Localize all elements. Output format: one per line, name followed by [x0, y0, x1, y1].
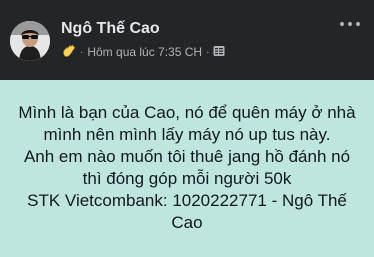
- meta-separator: ·: [206, 46, 210, 58]
- post-timestamp[interactable]: Hôm qua lúc 7:35 CH: [87, 45, 202, 59]
- post-body: Mình là bạn của Cao, nó để quên máy ở nh…: [0, 80, 374, 257]
- facebook-post: Ngô Thế Cao · Hôm qua lúc 7:35 CH · Mình…: [0, 0, 374, 257]
- profile-photo: [10, 21, 50, 61]
- post-header: Ngô Thế Cao · Hôm qua lúc 7:35 CH ·: [0, 0, 374, 78]
- more-options-icon[interactable]: [340, 22, 360, 26]
- post-meta: · Hôm qua lúc 7:35 CH ·: [61, 44, 225, 60]
- author-name[interactable]: Ngô Thế Cao: [61, 20, 160, 38]
- avatar[interactable]: [10, 21, 50, 61]
- wave-icon: [61, 43, 76, 61]
- meta-separator: ·: [80, 46, 84, 58]
- post-text: Mình là bạn của Cao, nó để quên máy ở nh…: [18, 103, 356, 232]
- friends-list-icon[interactable]: [213, 45, 225, 60]
